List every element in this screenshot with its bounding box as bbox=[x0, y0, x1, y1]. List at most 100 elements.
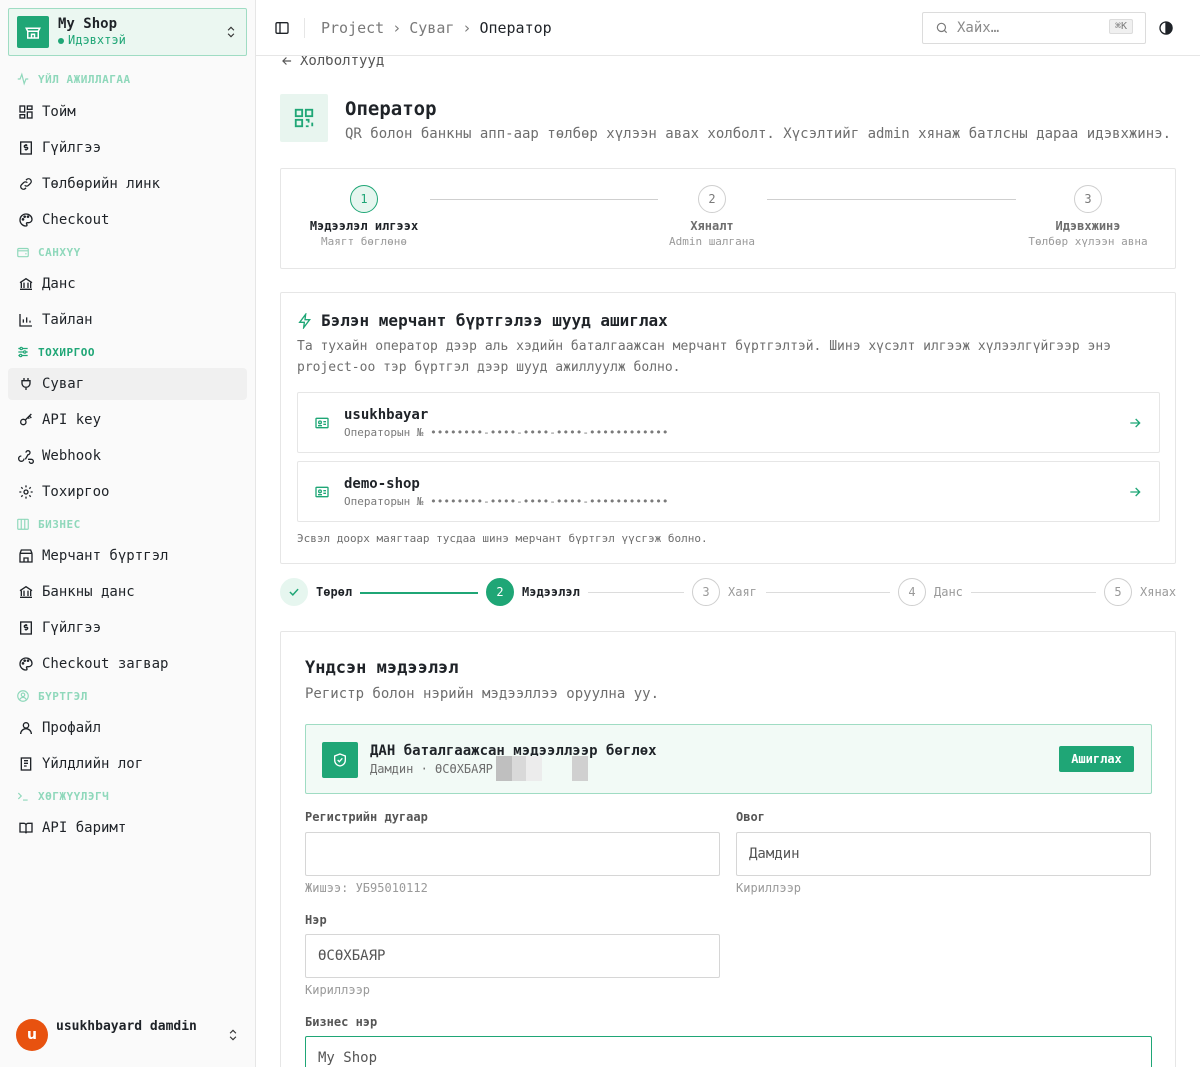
user-icon bbox=[20, 722, 32, 735]
sidebar-toggle-icon[interactable] bbox=[274, 20, 290, 36]
firstname-input[interactable] bbox=[318, 948, 707, 964]
register-hint: Жишээ: УБ95010112 bbox=[305, 881, 428, 895]
sidebar-item-label: Webhook bbox=[42, 448, 102, 464]
sidebar-item-webhook[interactable]: Webhook bbox=[8, 440, 247, 472]
wizard-step-info[interactable]: 2 Мэдээлэл bbox=[486, 578, 580, 606]
nav-section-developer: ХӨГЖҮҮЛЭГЧ bbox=[16, 789, 109, 803]
sidebar-item-channel[interactable]: Суваг bbox=[8, 368, 247, 400]
sidebar-item-api-docs[interactable]: API баримт bbox=[8, 812, 247, 844]
business-name-input[interactable] bbox=[318, 1050, 1139, 1066]
breadcrumb-channel[interactable]: Суваг bbox=[409, 19, 454, 37]
shop-switcher[interactable]: My Shop Идэвхтэй bbox=[8, 8, 247, 56]
section-label: ТОХИРГОО bbox=[38, 345, 95, 359]
palette-icon bbox=[19, 657, 33, 671]
lastname-label: Овог bbox=[736, 810, 765, 824]
status-dot bbox=[58, 37, 64, 44]
link-icon bbox=[20, 178, 32, 190]
section-label: ХӨГЖҮҮЛЭГЧ bbox=[38, 789, 110, 803]
merchant-card-title: Бэлэн мерчант бүртгэлээ шууд ашиглах bbox=[297, 311, 668, 330]
use-dan-button[interactable]: Ашиглах bbox=[1059, 746, 1134, 772]
wizard-step-number: 4 bbox=[898, 578, 926, 606]
step-number: 3 bbox=[1074, 185, 1102, 213]
id-card-icon bbox=[315, 417, 329, 428]
back-link-label: Холболтууд bbox=[300, 56, 385, 69]
step-sub: Admin шалгана bbox=[668, 235, 756, 248]
sidebar-item-merchant[interactable]: Мерчант бүртгэл bbox=[8, 540, 247, 572]
sidebar-item-payment-link[interactable]: Төлбөрийн линк bbox=[8, 168, 247, 200]
register-label: Регистрийн дугаар bbox=[305, 810, 428, 824]
merchant-name: usukhbayar bbox=[344, 406, 429, 423]
sidebar-item-activity-log[interactable]: Үйлдлийн лог bbox=[8, 748, 247, 780]
firstname-field[interactable] bbox=[305, 934, 720, 978]
sidebar-item-checkout-template[interactable]: Checkout загвар bbox=[8, 648, 247, 680]
search-input[interactable] bbox=[957, 20, 1097, 36]
lastname-field[interactable] bbox=[736, 832, 1151, 876]
sidebar-item-api-key[interactable]: API key bbox=[8, 404, 247, 436]
wizard-step-review[interactable]: 5 Хянах bbox=[1104, 578, 1176, 606]
sidebar-item-settings[interactable]: Тохиргоо bbox=[8, 476, 247, 508]
user-menu[interactable]: u usukhbayard damdin bbox=[16, 1019, 240, 1051]
terminal-icon bbox=[17, 792, 28, 801]
sidebar-item-profile[interactable]: Профайл bbox=[8, 712, 247, 744]
merchant-card-footer: Эсвэл доорх маягтаар тусдаа шинэ мерчант… bbox=[297, 532, 708, 545]
key-icon bbox=[20, 413, 32, 426]
divider bbox=[304, 18, 305, 38]
sidebar-item-report[interactable]: Тайлан bbox=[8, 304, 247, 336]
bank-icon bbox=[19, 277, 33, 290]
process-steps: 1 Мэдээлэл илгээх Маягт бөглөнө 2 Хяналт… bbox=[280, 168, 1176, 269]
wizard-step-number: 3 bbox=[692, 578, 720, 606]
wizard-step-type[interactable]: Төрөл bbox=[280, 578, 352, 606]
sidebar-item-account[interactable]: Данс bbox=[8, 268, 247, 300]
id-card-icon bbox=[315, 486, 329, 497]
merchant-number: Операторын № ••••••••-••••-••••-••••-•••… bbox=[344, 494, 669, 508]
step-connector bbox=[767, 199, 1016, 200]
sidebar-item-label: Профайл bbox=[42, 720, 102, 736]
shop-name: My Shop bbox=[58, 16, 118, 32]
merchant-number: Операторын № ••••••••-••••-••••-••••-•••… bbox=[344, 425, 669, 439]
process-step-1: 1 Мэдээлэл илгээх Маягт бөглөнө bbox=[309, 185, 419, 248]
register-field[interactable] bbox=[305, 832, 720, 876]
chevron-updown-icon bbox=[227, 26, 235, 38]
firstname-hint: Кириллээр bbox=[305, 983, 371, 997]
business-name-field[interactable] bbox=[305, 1036, 1152, 1067]
step-number: 2 bbox=[698, 185, 726, 213]
dan-subtitle: Дамдин · ӨСӨХБАЯР bbox=[370, 762, 493, 776]
wizard-connector bbox=[588, 592, 684, 593]
step-connector bbox=[430, 199, 658, 200]
sidebar-item-transactions[interactable]: Гүйлгээ bbox=[8, 132, 247, 164]
theme-toggle-icon[interactable] bbox=[1158, 20, 1174, 36]
redaction-block bbox=[496, 756, 512, 781]
form-title: Үндсэн мэдээлэл bbox=[305, 658, 459, 678]
page-description: QR болон банкны апп-аар төлбөр хүлээн ав… bbox=[345, 126, 1172, 142]
sidebar-item-transactions-2[interactable]: Гүйлгээ bbox=[8, 612, 247, 644]
step-label: Хяналт bbox=[690, 219, 734, 233]
wizard-step-address[interactable]: 3 Хаяг bbox=[692, 578, 757, 606]
wizard-step-label: Данс bbox=[934, 585, 963, 599]
wizard-step-account[interactable]: 4 Данс bbox=[898, 578, 963, 606]
lastname-input[interactable] bbox=[749, 846, 1138, 862]
back-link[interactable]: Холболтууд bbox=[280, 56, 384, 69]
basic-info-form: Үндсэн мэдээлэл Регистр болон нэрийн мэд… bbox=[280, 631, 1176, 1067]
log-icon bbox=[20, 757, 32, 771]
step-sub: Маягт бөглөнө bbox=[320, 235, 408, 248]
sidebar-item-checkout[interactable]: Checkout bbox=[8, 204, 247, 236]
sidebar-item-label: API баримт bbox=[42, 820, 127, 836]
palette-icon bbox=[19, 213, 33, 227]
shield-check-icon bbox=[322, 742, 358, 778]
webhook-icon bbox=[18, 450, 34, 464]
sidebar-item-bank-account[interactable]: Банкны данс bbox=[8, 576, 247, 608]
register-input[interactable] bbox=[318, 846, 707, 862]
merchant-row[interactable]: usukhbayar Операторын № ••••••••-••••-••… bbox=[297, 392, 1160, 453]
search-box[interactable]: ⌘K bbox=[922, 12, 1146, 44]
dashboard-icon bbox=[19, 105, 33, 119]
breadcrumb-project[interactable]: Project bbox=[321, 19, 384, 37]
sidebar-item-overview[interactable]: Тойм bbox=[8, 96, 247, 128]
wizard-step-label: Төрөл bbox=[316, 585, 353, 599]
store-icon bbox=[17, 16, 49, 48]
section-label: САНХҮҮ bbox=[38, 245, 81, 259]
dollar-receipt-icon bbox=[20, 621, 32, 635]
merchant-row[interactable]: demo-shop Операторын № ••••••••-••••-•••… bbox=[297, 461, 1160, 522]
sidebar-item-label: Тойм bbox=[42, 104, 76, 120]
avatar: u bbox=[16, 1019, 48, 1051]
existing-merchant-card: Бэлэн мерчант бүртгэлээ шууд ашиглах Та … bbox=[280, 292, 1176, 564]
